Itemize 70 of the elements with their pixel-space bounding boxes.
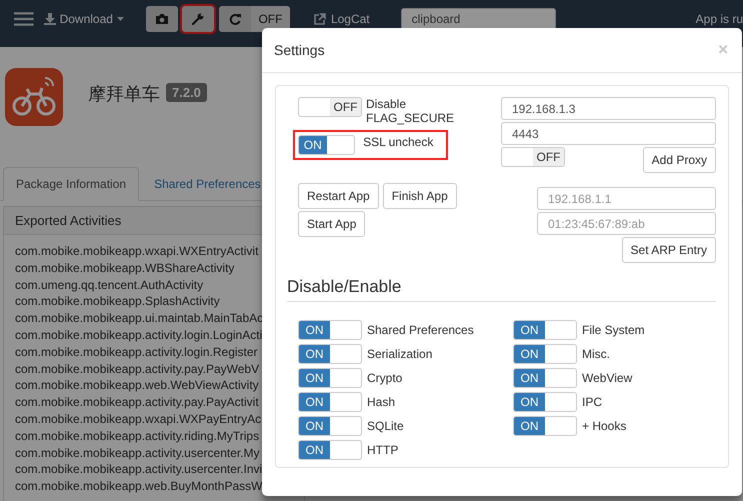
- hook-label: WebView: [582, 371, 632, 385]
- download-icon: [44, 12, 56, 24]
- option-label: SSL uncheck: [363, 135, 434, 149]
- activity-name: com.mobike.mobikeapp.activity.pay.PayActivit: [15, 394, 260, 411]
- external-link-icon: [314, 12, 326, 24]
- app-button[interactable]: Finish App: [382, 183, 457, 209]
- activity-name: com.mobike.mobikeapp.activity.login.LoginActi: [15, 326, 264, 344]
- section-heading: Disable/Enable: [287, 277, 716, 302]
- toggle-switch[interactable]: ON: [513, 416, 577, 436]
- activity-name: com.mobike.mobikeapp.web.WebViewActivity: [15, 377, 260, 394]
- hook-label: Serialization: [367, 347, 432, 361]
- activity-name: com.mobike.mobikeapp.WBShareActivity: [15, 260, 236, 277]
- camera-icon: [154, 12, 169, 24]
- hook-label: Shared Preferences: [367, 323, 474, 337]
- toggle-switch[interactable]: ON: [513, 320, 577, 340]
- dialog-title: Settings: [274, 42, 325, 58]
- hook-label: File System: [582, 323, 645, 337]
- activity-name: com.mobike.mobikeapp.activity.usercenter.Invi: [15, 461, 264, 478]
- toggle-switch[interactable]: ON: [298, 135, 356, 155]
- toggle-switch[interactable]: ON: [298, 320, 362, 340]
- activity-name: com.mobike.mobikeapp.ui.maintab.MainTabAc: [15, 310, 264, 327]
- activity-name: com.mobike.mobikeapp.activity.pay.PayWebV: [15, 360, 260, 378]
- proxy-port-field[interactable]: 4443: [501, 122, 716, 145]
- hook-label: SQLite: [367, 419, 404, 433]
- toolbar-button[interactable]: [182, 6, 214, 32]
- sync-toggle[interactable]: OFF: [250, 6, 290, 32]
- app-button[interactable]: Start App: [298, 211, 366, 237]
- toggle-switch[interactable]: ON: [298, 344, 362, 364]
- tab[interactable]: Package Information: [3, 167, 140, 201]
- proxy-host-field[interactable]: 192.168.1.3: [501, 97, 716, 120]
- toggle-switch[interactable]: ON: [298, 416, 362, 436]
- toggle-switch[interactable]: ON: [513, 368, 577, 388]
- hook-label: Misc.: [582, 347, 610, 361]
- activity-name: com.mobike.mobikeapp.SplashActivity: [15, 293, 221, 310]
- add-proxy-button[interactable]: Add Proxy: [642, 147, 716, 173]
- refresh-icon: [228, 12, 241, 24]
- hook-label: Hash: [367, 395, 396, 409]
- app-button[interactable]: Restart App: [298, 183, 379, 209]
- bicycle-logo-icon: [5, 68, 63, 126]
- toggle-switch[interactable]: OFF: [298, 97, 362, 117]
- hook-label: HTTP: [367, 443, 398, 457]
- toolbar-button[interactable]: [146, 6, 178, 32]
- set-arp-button[interactable]: Set ARP Entry: [622, 237, 716, 263]
- toggle-switch[interactable]: ON: [513, 344, 577, 364]
- hook-label: Crypto: [367, 371, 402, 385]
- mac-field[interactable]: 01:23:45:67:89:ab: [537, 212, 716, 235]
- activity-name: com.mobike.mobikeapp.web.BuyMonthPassW: [15, 478, 264, 495]
- sync-button[interactable]: [218, 6, 251, 32]
- hook-label: IPC: [582, 395, 602, 409]
- toggle-switch[interactable]: OFF: [501, 147, 565, 167]
- activity-name: com.mobike.mobikeapp.activity.usercenter.My: [15, 444, 261, 462]
- caret-icon: [116, 16, 124, 20]
- wrench-icon: [192, 12, 204, 24]
- app-name: 摩拜单车: [88, 83, 160, 106]
- option-label: Disable FLAG_SECURE: [366, 97, 456, 125]
- toggle-switch[interactable]: ON: [298, 440, 362, 460]
- download-menu[interactable]: Download: [44, 12, 124, 26]
- toggle-switch[interactable]: ON: [298, 368, 362, 388]
- search-field[interactable]: clipboard: [400, 8, 556, 30]
- activity-name: com.mobike.mobikeapp.activity.riding.MyTrips: [15, 428, 260, 445]
- activity-name: com.mobike.mobikeapp.activity.login.Register: [15, 344, 259, 361]
- version-badge: 7.2.0: [166, 83, 207, 102]
- ip-field[interactable]: 192.168.1.1: [537, 187, 716, 210]
- toggle-switch[interactable]: ON: [298, 392, 362, 412]
- app-status: App is ru: [694, 12, 743, 26]
- activity-name: com.mobike.mobikeapp.wxapi.WXPayEntryAc: [15, 410, 262, 428]
- hook-label: + Hooks: [582, 419, 626, 433]
- logcat-link[interactable]: LogCat: [314, 12, 370, 26]
- activity-name: com.mobike.mobikeapp.wxapi.WXEntryActivit: [15, 243, 260, 260]
- toggle-switch[interactable]: ON: [513, 392, 577, 412]
